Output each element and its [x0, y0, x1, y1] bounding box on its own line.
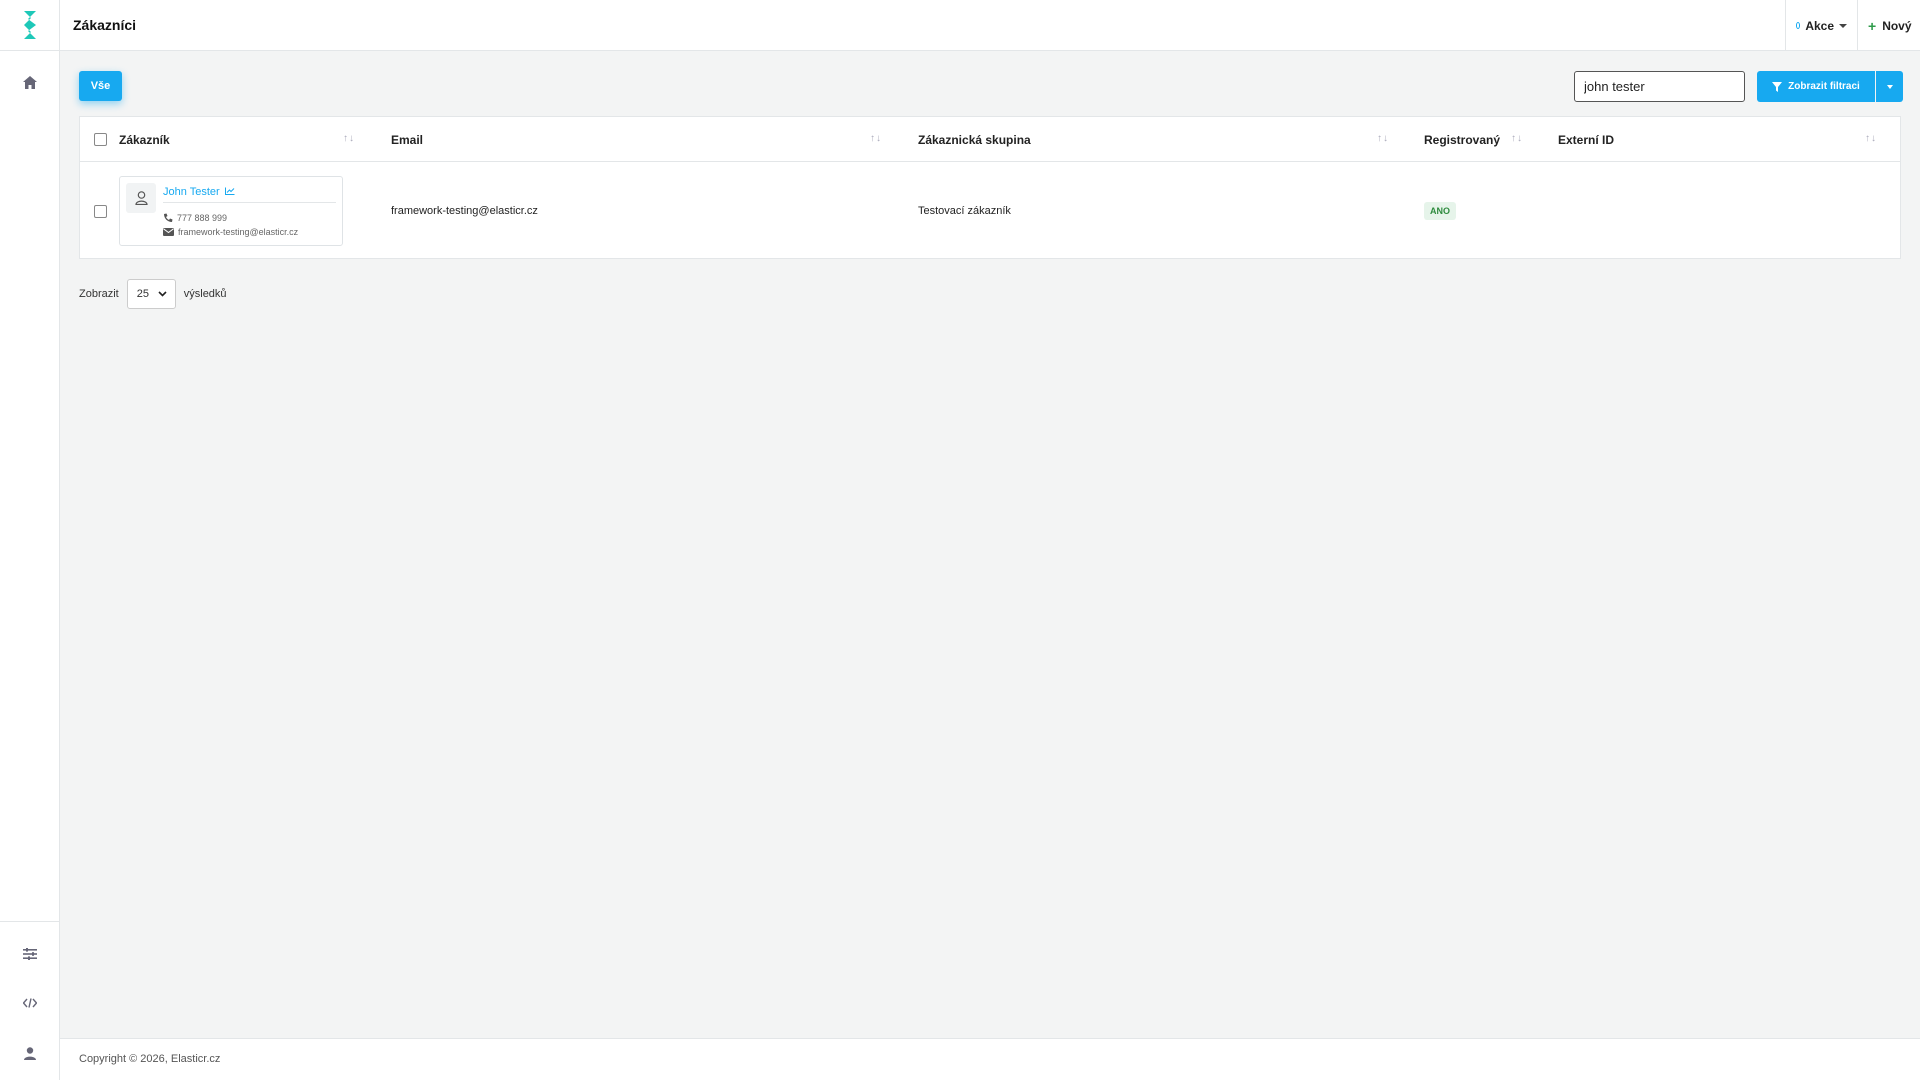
registered-badge: ANO — [1424, 202, 1456, 220]
customers-table: Zákazník ↑↓ Email ↑↓ Zákaznická skupina … — [79, 116, 1901, 259]
column-header-customer[interactable]: Zákazník — [119, 117, 170, 162]
sort-arrows-icon[interactable]: ↑↓ — [1865, 133, 1877, 144]
table-header: Zákazník ↑↓ Email ↑↓ Zákaznická skupina … — [80, 117, 1900, 162]
column-header-group[interactable]: Zákaznická skupina — [918, 117, 1031, 162]
group-cell: Testovací zákazník — [918, 205, 1011, 217]
new-button[interactable]: + Nový — [1857, 0, 1920, 51]
code-icon[interactable] — [18, 991, 42, 1015]
sort-arrows-icon[interactable]: ↑↓ — [1377, 133, 1389, 144]
sort-arrows-icon[interactable]: ↑↓ — [343, 133, 355, 144]
column-header-registered[interactable]: Registrovaný — [1424, 117, 1500, 162]
show-filter-label: Zobrazit filtraci — [1788, 81, 1860, 92]
actions-label: Akce — [1805, 18, 1834, 33]
sort-arrows-icon[interactable]: ↑↓ — [870, 133, 882, 144]
logo[interactable] — [0, 0, 60, 51]
show-label: Zobrazit — [79, 288, 119, 300]
new-label: Nový — [1882, 18, 1912, 33]
select-all-checkbox[interactable] — [94, 133, 107, 146]
row-checkbox[interactable] — [94, 205, 107, 218]
results-label: výsledků — [183, 288, 227, 300]
plus-icon: + — [1868, 17, 1877, 34]
copyright-text: Copyright © 2026, Elasticr.cz — [79, 1053, 221, 1065]
customer-phone: 777 888 999 — [163, 213, 227, 223]
caret-down-icon — [1886, 84, 1893, 89]
header: Zákazníci Akce + Nový — [60, 0, 1920, 51]
home-icon[interactable] — [18, 70, 42, 94]
table-row[interactable]: John Tester 777 888 999 framework-testin… — [80, 162, 1900, 260]
customer-card: John Tester 777 888 999 framework-testin… — [119, 176, 343, 246]
sidebar-bottom — [0, 921, 60, 1080]
circle-icon — [1796, 22, 1801, 29]
customer-name: John Tester — [163, 186, 220, 198]
actions-dropdown[interactable]: Akce — [1785, 0, 1857, 51]
elasticr-logo-icon — [24, 11, 36, 39]
envelope-icon — [163, 228, 174, 236]
user-outline-icon — [134, 191, 148, 205]
user-icon[interactable] — [18, 1041, 42, 1065]
registered-cell: ANO — [1424, 162, 1456, 260]
sort-arrows-icon[interactable]: ↑↓ — [1511, 133, 1523, 144]
stats-icon — [224, 187, 235, 195]
chevron-down-icon — [158, 291, 167, 297]
caret-down-icon — [1839, 23, 1847, 28]
column-header-external-id[interactable]: Externí ID — [1558, 117, 1614, 162]
customer-phone-value: 777 888 999 — [177, 213, 228, 223]
per-page-value: 25 — [136, 288, 149, 300]
sidebar — [0, 0, 60, 1080]
search-input[interactable] — [1574, 71, 1745, 102]
sliders-icon[interactable] — [18, 942, 42, 966]
email-cell: framework-testing@elasticr.cz — [391, 205, 538, 217]
page-title: Zákazníci — [73, 17, 137, 33]
avatar — [126, 183, 156, 213]
customer-name-link[interactable]: John Tester — [163, 186, 235, 198]
customer-email-value: framework-testing@elasticr.cz — [178, 227, 299, 237]
show-filter-button[interactable]: Zobrazit filtraci — [1757, 71, 1875, 102]
column-header-email[interactable]: Email — [391, 117, 423, 162]
pagination-size: Zobrazit 25 výsledků — [79, 279, 227, 309]
tab-all[interactable]: Vše — [79, 71, 122, 101]
phone-icon — [164, 213, 173, 222]
per-page-select[interactable]: 25 — [126, 279, 176, 309]
divider — [163, 202, 336, 203]
customer-email: framework-testing@elasticr.cz — [163, 227, 298, 237]
footer: Copyright © 2026, Elasticr.cz — [60, 1038, 1920, 1080]
filter-icon — [1772, 81, 1783, 92]
main-content: Vše Zobrazit filtraci Zákazník ↑↓ Email … — [60, 51, 1920, 1038]
filter-dropdown-toggle[interactable] — [1876, 71, 1903, 102]
